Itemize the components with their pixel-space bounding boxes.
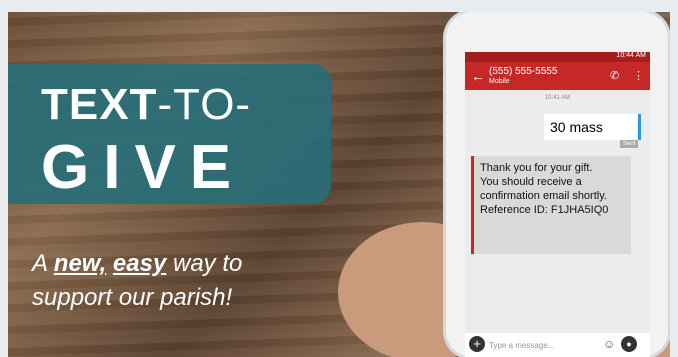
title-line-2: GIVE (41, 133, 246, 202)
subtitle-a: A (32, 250, 54, 277)
phone-screen: 10:44 AM ← (555) 555-5555 Mobile ✆ ⋮ 10:… (465, 52, 650, 357)
emoji-icon[interactable]: ☺ (603, 337, 615, 351)
reply-line: Thank you for your gift. (480, 162, 593, 174)
contact-type: Mobile (489, 78, 510, 85)
title-line-1: TEXT-TO- (41, 80, 251, 130)
subtitle-line-2: support our parish! (32, 284, 233, 311)
subtitle-rest: way to (166, 250, 243, 277)
message-timestamp: 10:41 AM (544, 95, 571, 101)
mic-icon[interactable]: ● (621, 336, 637, 352)
contact-number: (555) 555-5555 (489, 66, 558, 77)
title-bold: TEXT (41, 80, 158, 129)
sent-label: Sent (620, 140, 639, 148)
promo-banner: TEXT-TO- GIVE A new, easy way to support… (8, 12, 670, 357)
status-bar: 10:44 AM (465, 52, 650, 62)
reply-line: confirmation email shortly. (480, 190, 607, 202)
message-input[interactable]: Type a message... (489, 341, 554, 350)
message-input-bar: + Type a message... ☺ ● (465, 333, 650, 357)
more-vert-icon[interactable]: ⋮ (633, 69, 644, 82)
reply-line: Reference ID: F1JHA5IQ0 (480, 204, 609, 216)
plus-icon[interactable]: + (469, 336, 485, 352)
subtitle: A new, easy way to support our parish! (32, 247, 292, 315)
subtitle-new: new, (53, 250, 107, 277)
phone-icon[interactable]: ✆ (610, 69, 619, 82)
subtitle-easy: easy (112, 250, 167, 277)
back-arrow-icon[interactable]: ← (471, 68, 485, 84)
conversation-header: ← (555) 555-5555 Mobile ✆ ⋮ (465, 62, 650, 90)
incoming-message: Thank you for your gift. You should rece… (471, 156, 631, 254)
reply-line: You should receive a (480, 176, 582, 188)
phone: 10:44 AM ← (555) 555-5555 Mobile ✆ ⋮ 10:… (446, 12, 668, 357)
title-thin: -TO- (157, 80, 252, 129)
outgoing-message: 30 mass (544, 114, 641, 140)
